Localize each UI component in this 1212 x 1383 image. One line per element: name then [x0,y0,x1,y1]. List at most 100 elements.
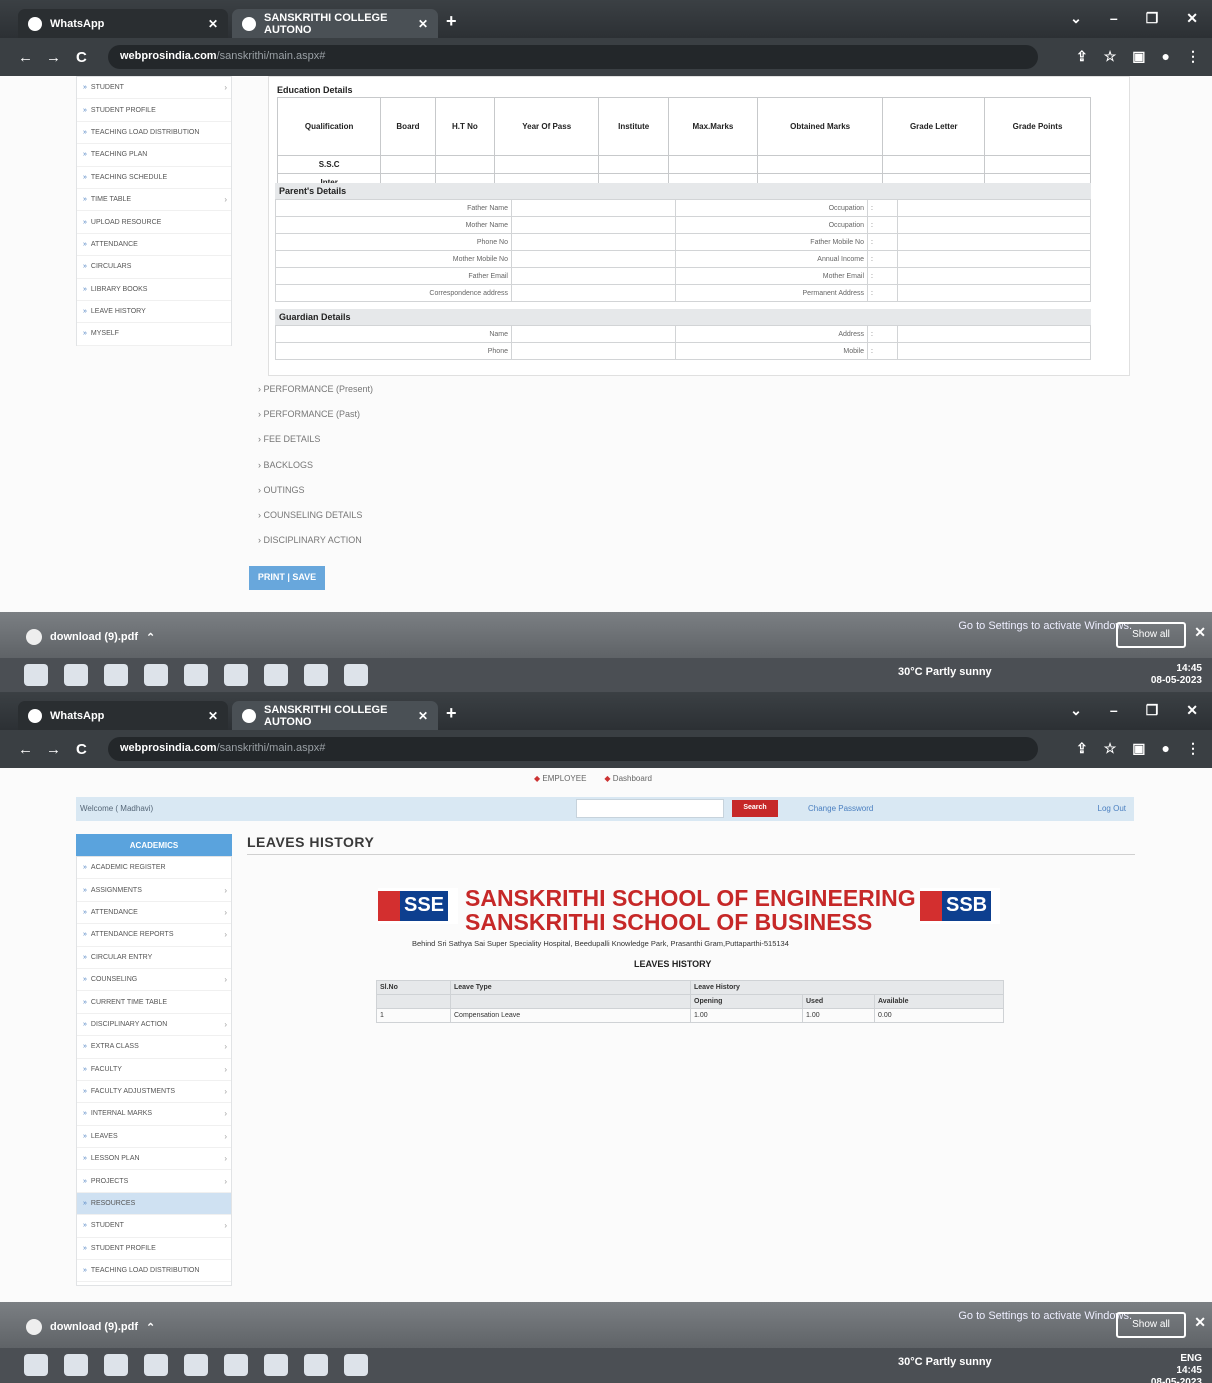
share-icon[interactable]: ⇪ [1076,48,1088,65]
windows-icon[interactable] [24,664,48,686]
download-item[interactable]: download (9).pdf ⌃ [26,624,216,650]
windows-icon[interactable] [24,1354,48,1376]
sidebar-item[interactable]: » PROJECTS › [77,1170,231,1193]
sidebar-item[interactable]: » LEAVES › [77,1126,231,1149]
url-field[interactable]: webprosindia.com/sanskrithi/main.aspx# [108,737,1038,761]
profile-icon[interactable]: ● [1162,48,1170,65]
sidebar-item[interactable]: » LESSON PLAN › [77,1148,231,1171]
show-all-button[interactable]: Show all [1116,1312,1186,1338]
sidebar-item[interactable]: » ASSIGNMENTS › [77,879,231,902]
edge-icon[interactable] [144,664,168,686]
explorer-icon[interactable] [264,1354,288,1376]
minimize-icon[interactable]: – [1110,702,1118,719]
sidebar-item[interactable]: » STUDENT › [77,1215,231,1238]
restore-icon[interactable]: ❐ [1146,10,1159,27]
sidebar-item[interactable]: » UPLOAD RESOURCE [77,211,231,234]
close-icon[interactable]: ✕ [1194,624,1206,641]
section-link[interactable]: › BACKLOGS [258,460,313,470]
tab-sanskrithi[interactable]: SANSKRITHI COLLEGE AUTONO ✕ [232,701,438,730]
sidebar-item[interactable]: » CURRENT TIME TABLE [77,991,231,1014]
show-all-button[interactable]: Show all [1116,622,1186,648]
profile-icon[interactable]: ● [1162,740,1170,757]
sidebar-item[interactable]: » ACADEMIC REGISTER [77,857,231,880]
sidebar-item[interactable]: » COUNSELING › [77,969,231,992]
sidebar-item[interactable]: » DISCIPLINARY ACTION › [77,1014,231,1037]
menu-icon[interactable]: ⋮ [1186,740,1200,757]
sidebar-item[interactable]: » EXTRA CLASS › [77,1036,231,1059]
sidebar-item[interactable]: » TIME TABLE › [77,189,231,212]
sidebar-item[interactable]: » RESOURCES [77,1192,231,1216]
close-icon[interactable]: ✕ [418,709,428,723]
folder-icon[interactable] [184,664,208,686]
breadcrumb-employee[interactable]: ◆ EMPLOYEE [534,774,586,783]
sidebar-item[interactable]: » TEACHING PLAN [77,144,231,167]
store-icon[interactable] [224,664,248,686]
chrome-icon[interactable] [304,1354,328,1376]
section-link[interactable]: › PERFORMANCE (Past) [258,409,360,419]
system-tray[interactable]: 14:45 08-05-2023 [1151,663,1202,687]
sidebar-item[interactable]: » LIBRARY BOOKS [77,279,231,301]
close-window-icon[interactable]: ✕ [1186,702,1198,719]
chrome-icon[interactable] [304,664,328,686]
download-item[interactable]: download (9).pdf ⌃ [26,1314,216,1340]
search-icon[interactable] [64,664,88,686]
system-tray[interactable]: ENG 14:45 08-05-2023 [1151,1353,1202,1383]
forward-icon[interactable]: → [46,49,61,66]
close-icon[interactable]: ✕ [208,17,218,31]
weather-widget[interactable]: 30°C Partly sunny [898,1356,992,1368]
taskview-icon[interactable] [104,1354,128,1376]
search-button[interactable]: Search [732,800,778,817]
tab-whatsapp[interactable]: WhatsApp ✕ [18,9,228,38]
sidebar-item[interactable]: » TEACHING LOAD DISTRIBUTION [77,1260,231,1283]
taskview-icon[interactable] [104,664,128,686]
sidebar-item[interactable]: » INTERNAL MARKS › [77,1103,231,1126]
sidebar-item[interactable]: » TEACHING LOAD DISTRIBUTION [77,122,231,145]
sidebar-item[interactable]: » ATTENDANCE › [77,902,231,925]
app-icon[interactable] [344,1354,368,1376]
sidebar-item[interactable]: » STUDENT PROFILE [77,99,231,122]
edge-icon[interactable] [144,1354,168,1376]
forward-icon[interactable]: → [46,741,61,758]
sidebar-item[interactable]: » CIRCULARS [77,256,231,279]
sidebar-item[interactable]: » STUDENT PROFILE [77,1238,231,1261]
tab-whatsapp[interactable]: WhatsApp ✕ [18,701,228,730]
close-icon[interactable]: ✕ [1194,1314,1206,1331]
sidebar-item[interactable]: » MYSELF [77,323,231,346]
star-icon[interactable]: ☆ [1104,740,1117,757]
new-tab-button[interactable]: + [446,11,457,32]
close-icon[interactable]: ✕ [208,709,218,723]
close-icon[interactable]: ✕ [418,17,428,31]
weather-widget[interactable]: 30°C Partly sunny [898,666,992,678]
academics-header[interactable]: ACADEMICS [76,834,232,856]
logout-link[interactable]: Log Out [1098,804,1126,813]
chevron-down-icon[interactable]: ⌄ [1070,10,1082,27]
sidebar-item[interactable]: » FACULTY ADJUSTMENTS › [77,1081,231,1104]
section-link[interactable]: › DISCIPLINARY ACTION [258,535,362,545]
minimize-icon[interactable]: – [1110,10,1118,27]
folder-icon[interactable] [184,1354,208,1376]
breadcrumb-dashboard[interactable]: ◆ Dashboard [604,774,652,783]
sidepanel-icon[interactable]: ▣ [1132,48,1145,65]
chevron-up-icon[interactable]: ⌃ [146,631,155,644]
sidebar-item[interactable]: » FACULTY › [77,1059,231,1081]
search-input[interactable] [576,799,724,818]
back-icon[interactable]: ← [18,49,33,66]
reload-icon[interactable]: C [76,49,87,66]
change-password-link[interactable]: Change Password [808,804,873,813]
search-icon[interactable] [64,1354,88,1376]
star-icon[interactable]: ☆ [1104,48,1117,65]
print-save-button[interactable]: PRINT | SAVE [249,566,325,590]
sidebar-item[interactable]: » LEAVE HISTORY [77,301,231,324]
chevron-up-icon[interactable]: ⌃ [146,1321,155,1334]
sidebar-item[interactable]: » STUDENT › [77,77,231,100]
chevron-down-icon[interactable]: ⌄ [1070,702,1082,719]
store-icon[interactable] [224,1354,248,1376]
section-link[interactable]: › COUNSELING DETAILS [258,510,362,520]
close-window-icon[interactable]: ✕ [1186,10,1198,27]
sidepanel-icon[interactable]: ▣ [1132,740,1145,757]
new-tab-button[interactable]: + [446,703,457,724]
section-link[interactable]: › OUTINGS [258,485,305,495]
app-icon[interactable] [344,664,368,686]
menu-icon[interactable]: ⋮ [1186,48,1200,65]
section-link[interactable]: › PERFORMANCE (Present) [258,384,373,394]
